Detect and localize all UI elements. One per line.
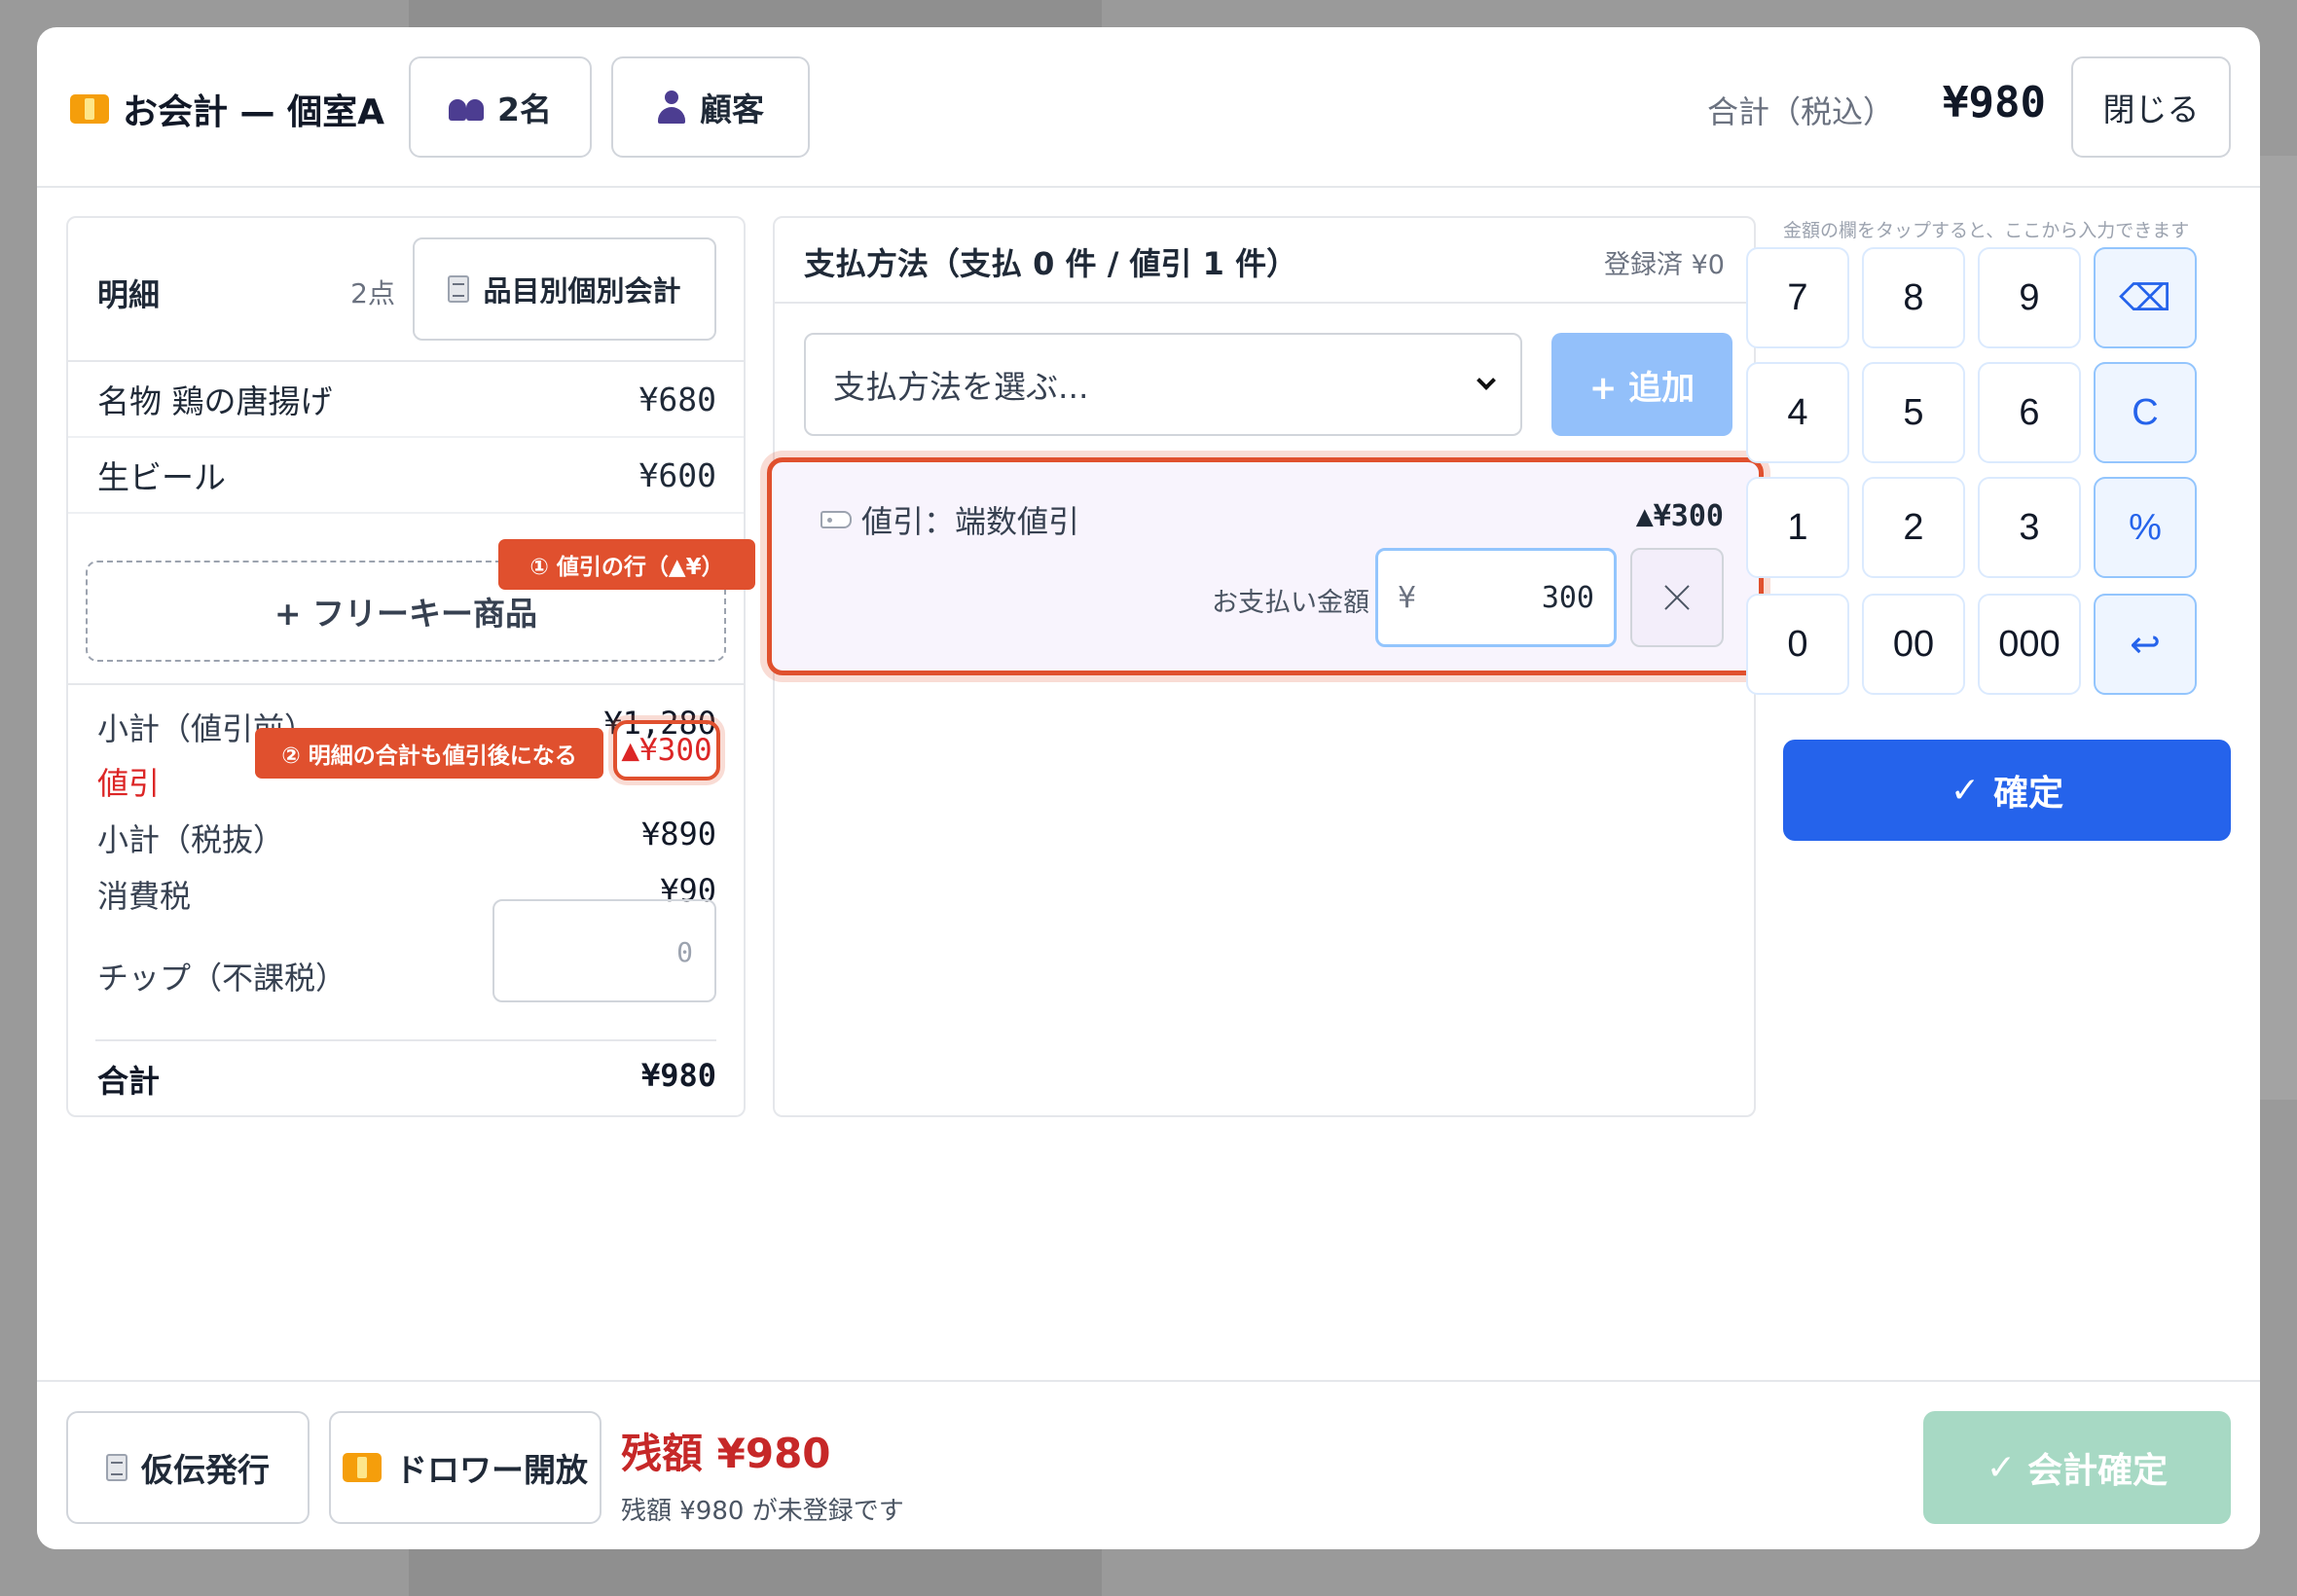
cash-register-icon (70, 94, 109, 124)
keypad-key[interactable]: 3 (1978, 477, 2081, 578)
open-drawer-button[interactable]: ドロワー開放 (329, 1411, 602, 1524)
customer-button[interactable]: 顧客 (611, 56, 810, 158)
person-icon (657, 91, 686, 124)
keypad-key[interactable]: 8 (1862, 247, 1965, 348)
discount-entry: 値引：端数値引 ▲¥300 お支払い金額 ¥ 300 (767, 457, 1764, 675)
items-panel: 明細 2点 品目別個別会計 名物 鶏の唐揚げ ¥680 生ビール ¥600 + … (66, 216, 746, 1117)
keypad-key[interactable]: 6 (1978, 362, 2081, 463)
tip-label: チップ（不課税） (97, 960, 347, 997)
keypad-key[interactable]: 4 (1746, 362, 1849, 463)
guests-button[interactable]: 2名 (409, 56, 592, 158)
split-label: 品目別個別会計 (483, 274, 681, 308)
divider (68, 683, 744, 685)
item-name: 生ビール (97, 458, 226, 496)
list-item[interactable]: 生ビール ¥600 (68, 438, 744, 514)
remove-entry-button[interactable] (1630, 548, 1724, 647)
discount-label: 値引 (97, 765, 161, 802)
total-row-value: ¥980 (640, 1057, 716, 1094)
checkout-confirm-button[interactable]: ✓ 会計確定 (1923, 1411, 2231, 1524)
remaining-amount: 残額 ¥980 (621, 1430, 831, 1477)
annotation-badge: ① 値引の行（▲¥） (498, 539, 755, 590)
currency-symbol: ¥ (1398, 580, 1417, 615)
select-placeholder: 支払方法を選ぶ... (833, 368, 1089, 406)
provisional-label: 仮伝発行 (141, 1451, 270, 1489)
keypad-key[interactable]: 1 (1746, 477, 1849, 578)
close-icon (1662, 583, 1692, 612)
close-button[interactable]: 閉じる (2071, 56, 2231, 158)
total-row-label: 合計 (97, 1063, 161, 1100)
guests-label: 2名 (497, 91, 552, 128)
payment-method-select[interactable]: 支払方法を選ぶ... (804, 333, 1522, 436)
item-name: 名物 鶏の唐揚げ (97, 382, 333, 420)
keypad-key[interactable]: 2 (1862, 477, 1965, 578)
registered-amount: 登録済 ¥0 (1604, 250, 1725, 280)
discount-entry-amount: ▲¥300 (1635, 499, 1724, 533)
total-value: ¥980 (1943, 78, 2046, 127)
tip-input[interactable]: 0 (492, 899, 716, 1002)
subtotal-ex-value: ¥890 (640, 816, 716, 852)
drawer-label: ドロワー開放 (395, 1451, 588, 1489)
keypad-key[interactable]: C (2094, 362, 2197, 463)
checkout-modal: お会計 — 個室A 2名 顧客 合計（税込） ¥980 閉じる 明細 2点 品目… (37, 27, 2260, 1549)
tax-label: 消費税 (97, 878, 192, 915)
subtotal-ex-label: 小計（税抜） (97, 821, 285, 858)
keypad-key[interactable]: 000 (1978, 594, 2081, 695)
confirm-label: 確定 (1993, 774, 2064, 814)
drawer-icon (343, 1453, 382, 1482)
item-price: ¥600 (638, 455, 716, 494)
total-row: 合計 ¥980 (97, 1057, 716, 1102)
checkout-label: 会計確定 (2027, 1451, 2169, 1491)
payment-header: 支払方法（支払 0 件 / 値引 1 件） 登録済 ¥0 (775, 218, 1754, 304)
page-title-text: お会計 — 個室A (123, 92, 384, 132)
keypad-key[interactable]: 00 (1862, 594, 1965, 695)
items-header: 明細 2点 品目別個別会計 (68, 218, 744, 362)
subtotal-ex-row: 小計（税抜） ¥890 (97, 816, 716, 860)
keypad-key[interactable]: % (2094, 477, 2197, 578)
discount-value: ▲¥300 (613, 720, 720, 780)
keypad-key[interactable]: 7 (1746, 247, 1849, 348)
keypad-key[interactable]: ⌫ (2094, 247, 2197, 348)
check-icon: ✓ (1986, 1447, 2017, 1488)
keypad-hint: 金額の欄をタップすると、ここから入力できます (1783, 220, 2190, 241)
receipt-icon (106, 1454, 128, 1481)
annotation-badge: ② 明細の合計も値引後になる (255, 728, 603, 779)
items-title: 明細 (97, 276, 161, 313)
check-icon: ✓ (1950, 770, 1981, 811)
list-item[interactable]: 名物 鶏の唐揚げ ¥680 (68, 362, 744, 438)
keypad-key[interactable]: ↩ (2094, 594, 2197, 695)
page-title: お会計 — 個室A (70, 84, 384, 134)
modal-footer: 仮伝発行 ドロワー開放 残額 ¥980 残額 ¥980 が未登録です ✓ 会計確… (37, 1380, 2260, 1549)
payment-title: 支払方法（支払 0 件 / 値引 1 件） (804, 245, 1298, 282)
discount-entry-label: 値引：端数値引 (861, 503, 1080, 540)
modal-header: お会計 — 個室A 2名 顧客 合計（税込） ¥980 閉じる (37, 27, 2260, 188)
total-label: 合計（税込） (1706, 93, 1894, 130)
payment-amount-value: 300 (1541, 580, 1594, 615)
add-payment-button[interactable]: + 追加 (1551, 333, 1732, 436)
divider (95, 1039, 716, 1041)
provisional-slip-button[interactable]: 仮伝発行 (66, 1411, 310, 1524)
remaining-note: 残額 ¥980 が未登録です (621, 1497, 904, 1526)
customer-label: 顧客 (700, 91, 764, 128)
discount-entry-name: 値引：端数値引 (820, 497, 1079, 542)
split-by-item-button[interactable]: 品目別個別会計 (413, 237, 716, 341)
item-price: ¥680 (638, 380, 716, 418)
receipt-icon (448, 275, 470, 303)
payment-amount-label: お支払い金額 (1212, 588, 1369, 618)
people-icon (449, 93, 485, 121)
keypad-key[interactable]: 0 (1746, 594, 1849, 695)
keypad-key[interactable]: 5 (1862, 362, 1965, 463)
background-panel (2260, 156, 2297, 1100)
items-count: 2点 (350, 277, 395, 309)
chevron-down-icon (1477, 371, 1496, 390)
tag-icon (820, 511, 852, 528)
keypad-key[interactable]: 9 (1978, 247, 2081, 348)
confirm-button[interactable]: ✓ 確定 (1783, 740, 2231, 841)
payment-amount-input[interactable]: ¥ 300 (1375, 548, 1617, 647)
